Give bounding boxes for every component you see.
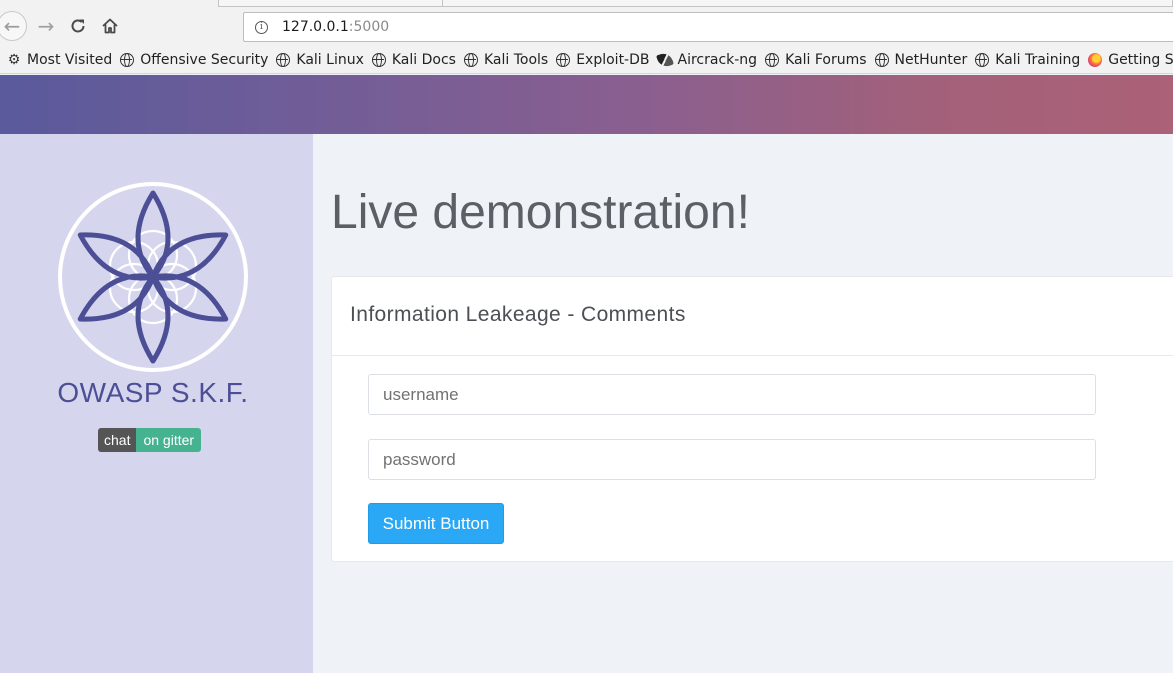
card-divider (332, 355, 1173, 356)
firefox-icon (1088, 52, 1103, 67)
forward-button[interactable]: → (30, 10, 62, 42)
sidebar: OWASP S.K.F. chat on gitter (0, 134, 313, 673)
globe-icon (371, 52, 386, 67)
info-icon[interactable]: i (255, 20, 268, 34)
flower-of-life-logo-icon (58, 182, 248, 372)
reload-button[interactable] (62, 10, 94, 42)
bookmark-kali-docs[interactable]: Kali Docs (371, 49, 457, 71)
url-bar[interactable]: i 127.0.0.1:5000 (243, 12, 1173, 42)
bookmark-most-visited[interactable]: ⚙ Most Visited (6, 49, 113, 71)
bookmark-kali-tools[interactable]: Kali Tools (463, 49, 549, 71)
card-title: Information Leakeage - Comments (350, 303, 686, 326)
tab-strip (0, 0, 1173, 8)
header-gradient-band (0, 75, 1173, 134)
bookmark-kali-forums[interactable]: Kali Forums (764, 49, 867, 71)
bookmark-getting-started[interactable]: Getting Started (1087, 49, 1173, 71)
globe-icon (556, 52, 571, 67)
globe-icon (765, 52, 780, 67)
globe-icon (463, 52, 478, 67)
username-input[interactable] (368, 374, 1096, 415)
active-tab-edge[interactable] (218, 0, 1173, 7)
globe-icon (874, 52, 889, 67)
reload-icon (71, 19, 85, 33)
badge-value: on gitter (136, 428, 202, 452)
skf-logo (57, 181, 249, 373)
bookmark-nethunter[interactable]: NetHunter (874, 49, 969, 71)
navigation-toolbar: ← → i 127.0.0.1:5000 (0, 8, 1173, 46)
arrow-left-icon: ← (3, 14, 21, 38)
tab-separator (442, 0, 443, 6)
globe-icon (975, 52, 990, 67)
bookmark-offensive-security[interactable]: Offensive Security (119, 49, 269, 71)
home-button[interactable] (94, 10, 126, 42)
bookmarks-toolbar: ⚙ Most Visited Offensive Security Kali Li… (0, 46, 1173, 74)
bookmark-exploit-db[interactable]: Exploit-DB (555, 49, 650, 71)
login-card: Information Leakeage - Comments Submit B… (331, 276, 1173, 562)
submit-button[interactable]: Submit Button (368, 503, 504, 544)
globe-icon (120, 52, 135, 67)
globe-icon (276, 52, 291, 67)
url-text[interactable]: 127.0.0.1:5000 (282, 19, 389, 35)
gear-icon: ⚙ (7, 51, 21, 68)
brand-name: OWASP S.K.F. (57, 377, 249, 408)
aircrack-icon (655, 50, 674, 69)
bookmark-kali-linux[interactable]: Kali Linux (275, 49, 364, 71)
arrow-right-icon: → (37, 14, 55, 38)
back-button[interactable]: ← (0, 11, 27, 41)
page-title: Live demonstration! (331, 186, 750, 239)
badge-label: chat (98, 428, 137, 452)
password-input[interactable] (368, 439, 1096, 480)
bookmark-kali-training[interactable]: Kali Training (974, 49, 1081, 71)
gitter-chat-badge[interactable]: chat on gitter (98, 428, 202, 452)
bookmark-aircrack-ng[interactable]: Aircrack-ng (655, 49, 759, 71)
home-icon (102, 18, 118, 34)
